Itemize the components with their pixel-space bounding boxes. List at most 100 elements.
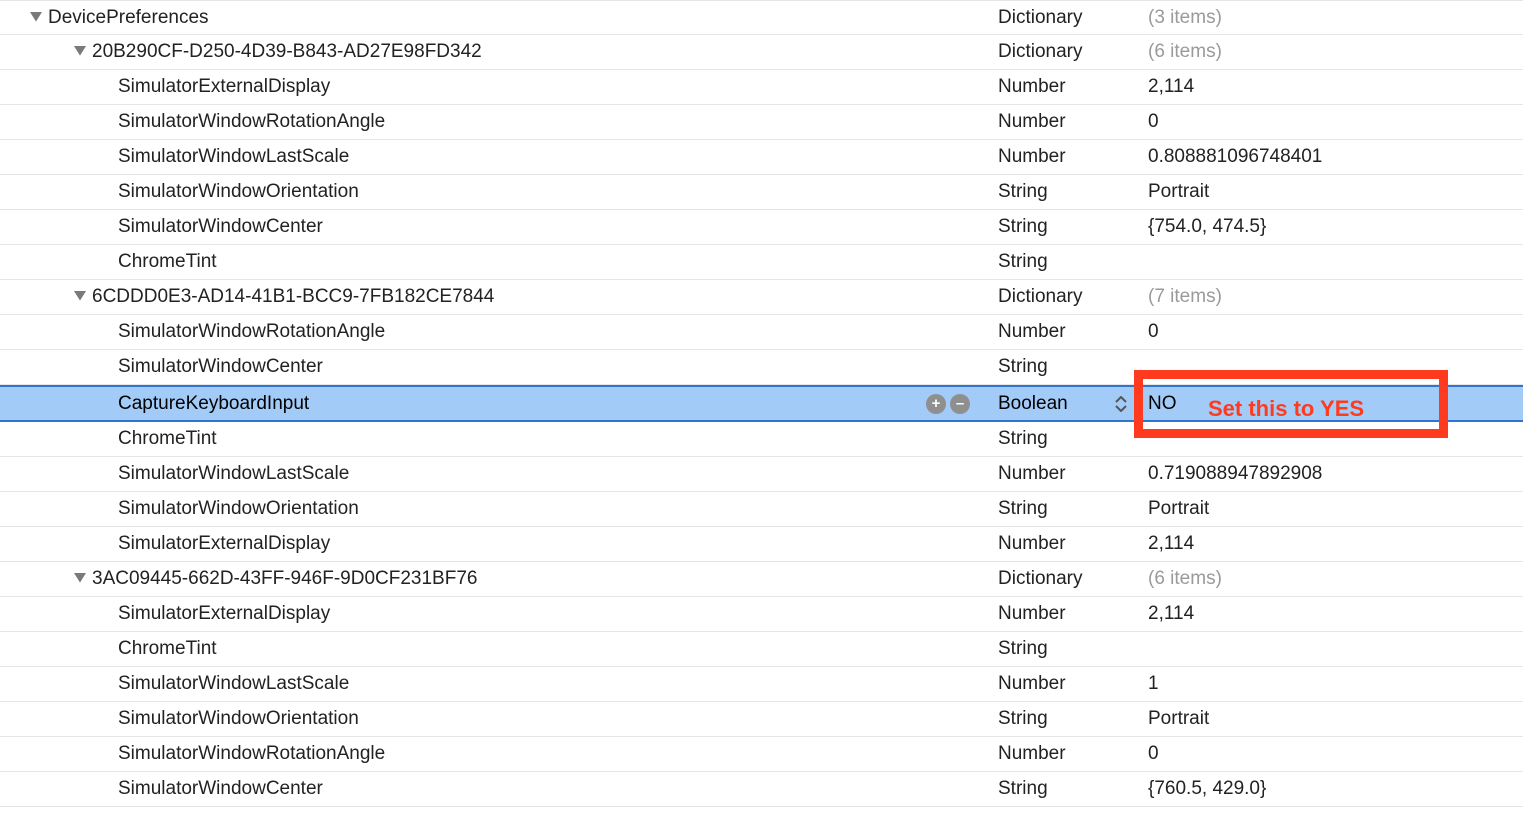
plist-row[interactable]: SimulatorExternalDisplayNumber2,114	[0, 70, 1523, 105]
plist-row[interactable]: SimulatorWindowLastScaleNumber0.80888109…	[0, 140, 1523, 175]
key-cell[interactable]: SimulatorExternalDisplay	[0, 70, 998, 104]
value-cell[interactable]: 1	[1148, 667, 1523, 701]
key-cell[interactable]: SimulatorWindowRotationAngle	[0, 737, 998, 771]
type-cell[interactable]: Number	[998, 737, 1148, 771]
type-cell[interactable]: Number	[998, 597, 1148, 631]
type-cell[interactable]: Number	[998, 140, 1148, 174]
key-cell[interactable]: SimulatorWindowRotationAngle	[0, 315, 998, 349]
key-cell[interactable]: 6CDDD0E3-AD14-41B1-BCC9-7FB182CE7844	[0, 280, 998, 314]
disclosure-triangle-icon[interactable]	[74, 573, 86, 585]
value-cell[interactable]: 2,114	[1148, 527, 1523, 561]
plist-row[interactable]: SimulatorExternalDisplayNumber2,114	[0, 527, 1523, 562]
add-row-button[interactable]: +	[926, 394, 946, 414]
type-cell[interactable]: Boolean	[998, 387, 1148, 420]
plist-row[interactable]: SimulatorWindowRotationAngleNumber0	[0, 737, 1523, 772]
plist-row[interactable]: DevicePreferencesDictionary(3 items)	[0, 0, 1523, 35]
plist-row[interactable]: SimulatorWindowCenterString	[0, 350, 1523, 385]
type-cell[interactable]: Dictionary	[998, 35, 1148, 69]
value-cell[interactable]	[1148, 422, 1523, 456]
plist-row[interactable]: SimulatorWindowOrientationStringPortrait	[0, 702, 1523, 737]
value-cell[interactable]: {760.5, 429.0}	[1148, 772, 1523, 806]
key-cell[interactable]: SimulatorExternalDisplay	[0, 597, 998, 631]
plist-outline[interactable]: DevicePreferencesDictionary(3 items)20B2…	[0, 0, 1523, 807]
key-cell[interactable]: SimulatorWindowLastScale	[0, 140, 998, 174]
key-cell[interactable]: SimulatorWindowCenter	[0, 772, 998, 806]
key-cell[interactable]: ChromeTint	[0, 632, 998, 666]
type-cell[interactable]: String	[998, 702, 1148, 736]
plist-row[interactable]: 20B290CF-D250-4D39-B843-AD27E98FD342Dict…	[0, 35, 1523, 70]
key-cell[interactable]: 20B290CF-D250-4D39-B843-AD27E98FD342	[0, 35, 998, 69]
plist-row[interactable]: ChromeTintString	[0, 632, 1523, 667]
type-cell[interactable]: String	[998, 245, 1148, 279]
plist-row[interactable]: SimulatorWindowLastScaleNumber1	[0, 667, 1523, 702]
disclosure-triangle-icon[interactable]	[30, 12, 42, 24]
plist-row[interactable]: CaptureKeyboardInput+–BooleanNO	[0, 385, 1523, 422]
type-cell[interactable]: String	[998, 492, 1148, 526]
value-cell[interactable]: (6 items)	[1148, 35, 1523, 69]
value-cell[interactable]	[1148, 350, 1523, 384]
key-cell[interactable]: SimulatorWindowCenter	[0, 350, 998, 384]
value-cell[interactable]: 2,114	[1148, 597, 1523, 631]
value-cell[interactable]: Portrait	[1148, 175, 1523, 209]
plist-row[interactable]: 6CDDD0E3-AD14-41B1-BCC9-7FB182CE7844Dict…	[0, 280, 1523, 315]
disclosure-triangle-icon[interactable]	[74, 291, 86, 303]
value-cell[interactable]: NO	[1148, 387, 1523, 420]
value-cell[interactable]: 2,114	[1148, 70, 1523, 104]
value-cell[interactable]	[1148, 632, 1523, 666]
type-cell[interactable]: String	[998, 210, 1148, 244]
key-cell[interactable]: DevicePreferences	[0, 1, 998, 34]
plist-row[interactable]: 3AC09445-662D-43FF-946F-9D0CF231BF76Dict…	[0, 562, 1523, 597]
plist-row[interactable]: SimulatorWindowRotationAngleNumber0	[0, 105, 1523, 140]
key-cell[interactable]: 3AC09445-662D-43FF-946F-9D0CF231BF76	[0, 562, 998, 596]
plist-row[interactable]: ChromeTintString	[0, 422, 1523, 457]
type-cell[interactable]: String	[998, 632, 1148, 666]
value-cell[interactable]: (7 items)	[1148, 280, 1523, 314]
key-cell[interactable]: SimulatorExternalDisplay	[0, 527, 998, 561]
key-cell[interactable]: SimulatorWindowLastScale	[0, 667, 998, 701]
key-cell[interactable]: ChromeTint	[0, 245, 998, 279]
type-cell[interactable]: Number	[998, 457, 1148, 491]
value-cell[interactable]: 0	[1148, 737, 1523, 771]
value-cell[interactable]	[1148, 245, 1523, 279]
remove-row-button[interactable]: –	[950, 394, 970, 414]
value-cell[interactable]: (6 items)	[1148, 562, 1523, 596]
value-cell[interactable]: 0	[1148, 315, 1523, 349]
value-cell[interactable]: {754.0, 474.5}	[1148, 210, 1523, 244]
type-cell[interactable]: Dictionary	[998, 562, 1148, 596]
plist-row[interactable]: SimulatorWindowCenterString{760.5, 429.0…	[0, 772, 1523, 807]
key-cell[interactable]: SimulatorWindowOrientation	[0, 702, 998, 736]
type-cell[interactable]: Number	[998, 315, 1148, 349]
key-cell[interactable]: SimulatorWindowLastScale	[0, 457, 998, 491]
plist-row[interactable]: SimulatorWindowCenterString{754.0, 474.5…	[0, 210, 1523, 245]
key-cell[interactable]: CaptureKeyboardInput+–	[0, 387, 998, 420]
key-cell[interactable]: SimulatorWindowOrientation	[0, 492, 998, 526]
plist-row[interactable]: SimulatorWindowRotationAngleNumber0	[0, 315, 1523, 350]
plist-row[interactable]: SimulatorWindowLastScaleNumber0.71908894…	[0, 457, 1523, 492]
value-cell[interactable]: 0	[1148, 105, 1523, 139]
key-cell[interactable]: SimulatorWindowRotationAngle	[0, 105, 998, 139]
value-cell[interactable]: (3 items)	[1148, 1, 1523, 34]
type-cell[interactable]: String	[998, 772, 1148, 806]
type-stepper[interactable]	[1114, 396, 1128, 412]
value-cell[interactable]: 0.808881096748401	[1148, 140, 1523, 174]
type-cell[interactable]: Number	[998, 70, 1148, 104]
type-cell[interactable]: Number	[998, 667, 1148, 701]
type-cell[interactable]: String	[998, 175, 1148, 209]
plist-row[interactable]: SimulatorExternalDisplayNumber2,114	[0, 597, 1523, 632]
type-cell[interactable]: Number	[998, 105, 1148, 139]
key-cell[interactable]: SimulatorWindowOrientation	[0, 175, 998, 209]
plist-row[interactable]: ChromeTintString	[0, 245, 1523, 280]
type-cell[interactable]: String	[998, 422, 1148, 456]
key-cell[interactable]: SimulatorWindowCenter	[0, 210, 998, 244]
type-cell[interactable]: Number	[998, 527, 1148, 561]
value-cell[interactable]: 0.719088947892908	[1148, 457, 1523, 491]
plist-row[interactable]: SimulatorWindowOrientationStringPortrait	[0, 492, 1523, 527]
value-cell[interactable]: Portrait	[1148, 492, 1523, 526]
type-cell[interactable]: Dictionary	[998, 280, 1148, 314]
type-cell[interactable]: Dictionary	[998, 1, 1148, 34]
plist-row[interactable]: SimulatorWindowOrientationStringPortrait	[0, 175, 1523, 210]
type-cell[interactable]: String	[998, 350, 1148, 384]
key-cell[interactable]: ChromeTint	[0, 422, 998, 456]
value-cell[interactable]: Portrait	[1148, 702, 1523, 736]
disclosure-triangle-icon[interactable]	[74, 46, 86, 58]
